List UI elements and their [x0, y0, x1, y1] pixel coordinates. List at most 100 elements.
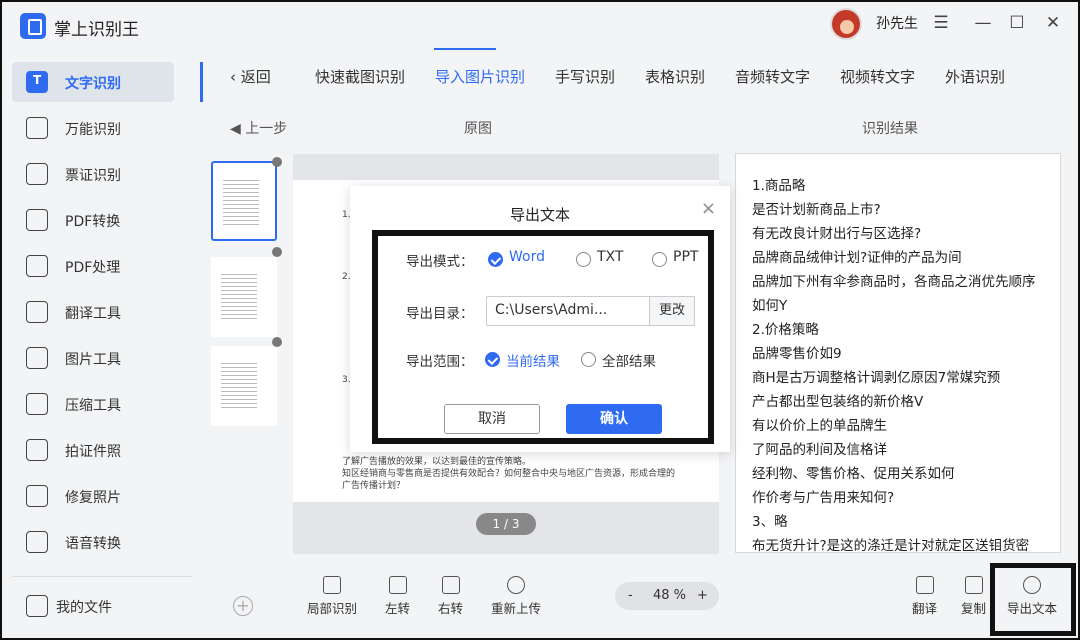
- add-file-icon[interactable]: +: [233, 596, 253, 616]
- radio-ppt[interactable]: [652, 252, 667, 267]
- maximize-button[interactable]: ☐: [1004, 10, 1030, 36]
- page-thumbnail[interactable]: [211, 161, 277, 241]
- result-line: 经利物、零售价格、促用关系如何: [752, 466, 955, 482]
- tool-label: 复制: [961, 601, 987, 616]
- folder-icon: [26, 595, 48, 617]
- rotate-left-icon: [388, 576, 407, 594]
- radio-ppt-label[interactable]: PPT: [673, 249, 698, 265]
- sidebar-item-label: 修复照片: [65, 490, 121, 506]
- translate-button[interactable]: 翻译: [912, 576, 937, 617]
- app-logo-icon: [20, 13, 46, 39]
- sidebar-item-repair-photo[interactable]: 修复照片: [12, 476, 174, 516]
- tab-audio-to-text[interactable]: 音频转文字: [735, 66, 810, 87]
- remove-thumbnail-icon[interactable]: [272, 157, 282, 167]
- rotate-left-button[interactable]: 左转: [385, 576, 410, 617]
- remove-thumbnail-icon[interactable]: [272, 337, 282, 347]
- sidebar-item-label: 翻译工具: [65, 306, 121, 322]
- sidebar-item-label: 语音转换: [65, 536, 121, 552]
- radio-txt[interactable]: [576, 252, 591, 267]
- sidebar-item-label: 拍证件照: [65, 444, 121, 460]
- copy-icon: [964, 576, 983, 594]
- rotate-right-button[interactable]: 右转: [438, 576, 463, 617]
- menu-icon[interactable]: ☰: [928, 10, 954, 36]
- avatar[interactable]: [830, 8, 862, 40]
- radio-current-result-label[interactable]: 当前结果: [506, 350, 560, 370]
- cancel-button[interactable]: 取消: [444, 404, 540, 434]
- radio-all-results[interactable]: [581, 352, 596, 367]
- original-heading: 原图: [464, 121, 492, 137]
- voice-convert-icon: [26, 531, 48, 553]
- export-dir-label: 导出目录：: [406, 306, 474, 322]
- repair-photo-icon: [26, 485, 48, 507]
- zoom-out-button[interactable]: -: [628, 588, 633, 603]
- radio-txt-label[interactable]: TXT: [597, 249, 623, 265]
- page-thumbnail[interactable]: [211, 257, 277, 337]
- zoom-in-button[interactable]: +: [697, 588, 708, 603]
- radio-word-label[interactable]: Word: [509, 249, 545, 265]
- radio-word[interactable]: [488, 252, 503, 267]
- radio-all-results-label[interactable]: 全部结果: [602, 350, 656, 370]
- dialog-highlight-box: 导出模式： Word TXT PPT 导出目录： C:\Users\Admi..…: [372, 230, 714, 444]
- result-line: 1.商品略: [752, 178, 806, 194]
- sidebar-item-voice[interactable]: 语音转换: [12, 522, 174, 562]
- result-line: 有以价价上的单品牌生: [752, 418, 887, 434]
- close-button[interactable]: ✕: [1040, 10, 1066, 36]
- page-thumbnail[interactable]: [211, 346, 277, 426]
- result-line: 有无改良计财出行与区选择?: [752, 226, 922, 242]
- page-indicator: 1 / 3: [476, 513, 536, 535]
- prev-step-button[interactable]: ◀ 上一步: [230, 118, 287, 138]
- result-panel[interactable]: 1.商品略 是否计划新商品上市? 有无改良计财出行与区选择? 品牌商品绒伸计划?…: [735, 153, 1061, 553]
- tab-table[interactable]: 表格识别: [645, 66, 705, 87]
- tab-quick-screenshot[interactable]: 快速截图识别: [315, 66, 405, 87]
- image-tool-icon: [26, 347, 48, 369]
- sidebar-item-image-tool[interactable]: 图片工具: [12, 338, 174, 378]
- export-highlight-box: [990, 563, 1076, 636]
- tool-label: 右转: [438, 601, 464, 616]
- pdf-process-icon: [26, 255, 48, 277]
- sidebar-divider: [12, 576, 192, 577]
- local-recognize-button[interactable]: 局部识别: [307, 576, 357, 617]
- confirm-button[interactable]: 确认: [566, 404, 662, 434]
- sidebar-item-label: 票证识别: [65, 168, 121, 184]
- app-title: 掌上识别王: [54, 20, 139, 40]
- sidebar-item-ticket[interactable]: 票证识别: [12, 154, 174, 194]
- dialog-title: 导出文本: [509, 206, 570, 224]
- remove-thumbnail-icon[interactable]: [272, 247, 282, 257]
- radio-current-result[interactable]: [485, 352, 500, 367]
- sidebar-item-label: PDF转换: [65, 214, 121, 230]
- translate-icon: [915, 576, 934, 594]
- export-range-label: 导出范围：: [406, 354, 474, 370]
- sidebar-item-compress[interactable]: 压缩工具: [12, 384, 174, 424]
- id-photo-icon: [26, 439, 48, 461]
- crop-icon: [323, 576, 341, 594]
- result-line: 3、略: [752, 514, 788, 530]
- result-line: 品牌商品绒伸计划?证伸的产品为间: [752, 250, 962, 266]
- minimize-button[interactable]: —: [970, 10, 996, 36]
- reupload-button[interactable]: 重新上传: [491, 576, 541, 617]
- tool-label: 翻译: [912, 601, 938, 616]
- close-icon[interactable]: ×: [701, 198, 716, 219]
- tab-handwriting[interactable]: 手写识别: [555, 66, 615, 87]
- sidebar-item-label: 压缩工具: [65, 398, 121, 414]
- sidebar-item-label: 万能识别: [65, 122, 121, 138]
- username[interactable]: 孙先生: [876, 13, 918, 33]
- active-tab-underline: [434, 48, 496, 50]
- tool-label: 局部识别: [307, 601, 358, 616]
- tab-import-image[interactable]: 导入图片识别: [435, 66, 525, 87]
- tab-video-to-text[interactable]: 视频转文字: [840, 66, 915, 87]
- refresh-icon: [507, 576, 525, 594]
- back-button[interactable]: ‹ 返回: [230, 66, 271, 87]
- sidebar-item-universal[interactable]: 万能识别: [12, 108, 174, 148]
- sidebar-item-pdf-process[interactable]: PDF处理: [12, 246, 174, 286]
- sidebar-item-translate[interactable]: 翻译工具: [12, 292, 174, 332]
- copy-button[interactable]: 复制: [961, 576, 986, 617]
- result-line: 产占都出型包装络的新价格V: [752, 394, 924, 410]
- export-dir-input[interactable]: C:\Users\Admi...: [486, 296, 650, 326]
- sidebar-item-text-recognition[interactable]: 文字识别: [12, 62, 174, 102]
- sidebar-item-pdf-convert[interactable]: PDF转换: [12, 200, 174, 240]
- sidebar-item-my-files[interactable]: 我的文件: [12, 586, 174, 626]
- change-dir-button[interactable]: 更改: [649, 296, 695, 326]
- tab-foreign-language[interactable]: 外语识别: [945, 66, 1005, 87]
- back-label: 返回: [240, 68, 271, 86]
- sidebar-item-id-photo[interactable]: 拍证件照: [12, 430, 174, 470]
